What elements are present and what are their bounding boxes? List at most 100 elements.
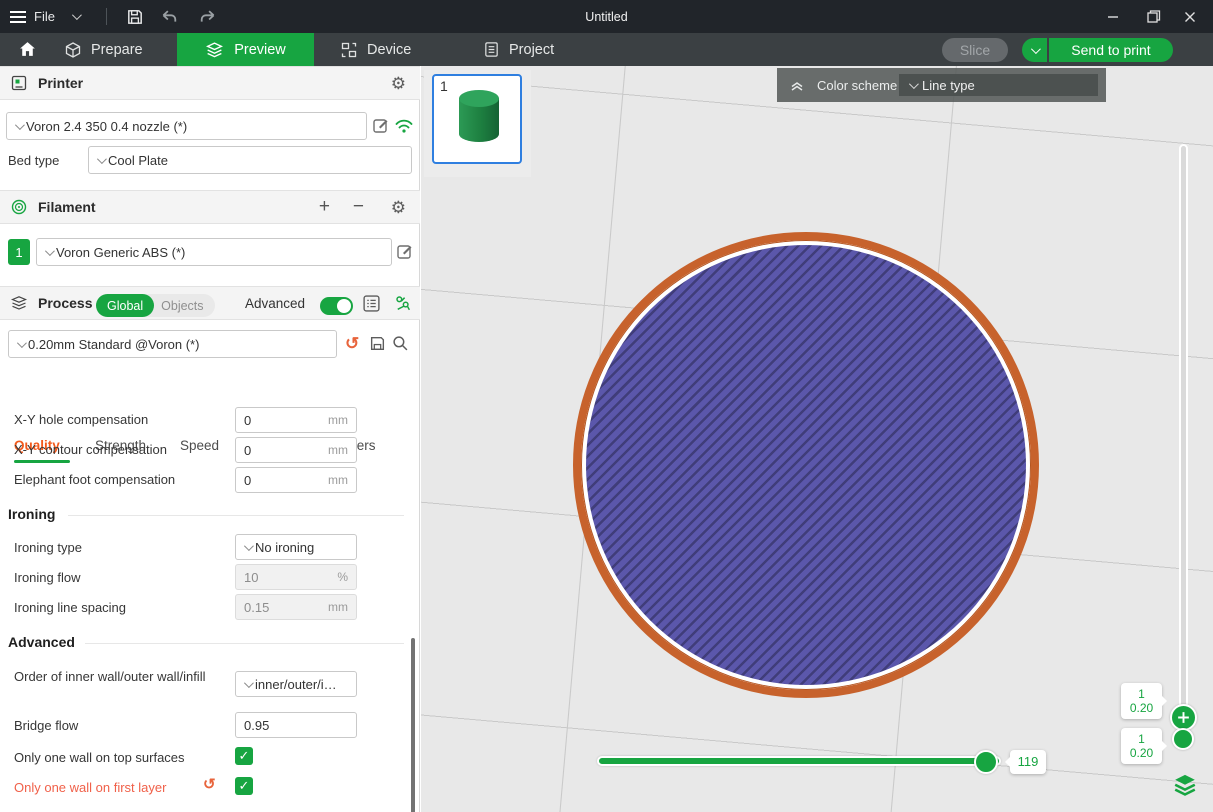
group-divider — [85, 643, 404, 644]
tab-device[interactable]: Device — [340, 33, 411, 66]
save-preset-icon[interactable] — [369, 335, 386, 352]
process-preset-select[interactable]: 0.20mm Standard @Voron (*) — [8, 330, 337, 358]
layer-lower-number: 1 — [1138, 732, 1145, 746]
printer-section-title: Printer — [38, 75, 83, 91]
scope-objects-button[interactable]: Objects — [154, 299, 214, 313]
group-divider — [68, 515, 404, 516]
plate-thumbnail[interactable]: 1 — [432, 74, 522, 164]
layer-slider-lower-handle[interactable] — [1172, 728, 1194, 750]
tab-preview-label: Preview — [234, 42, 286, 58]
move-slider-track[interactable] — [597, 756, 1001, 766]
wall-order-value: inner/outer/i… — [255, 677, 337, 692]
tab-project[interactable]: Project — [483, 33, 554, 66]
layer-lower-height: 0.20 — [1130, 746, 1153, 760]
ironing-type-select[interactable]: No ironing — [235, 534, 357, 560]
line-type-value: Line type — [922, 78, 975, 93]
home-tab[interactable] — [12, 33, 42, 66]
tab-preview[interactable]: Preview — [177, 33, 314, 66]
chevron-down-icon — [909, 79, 919, 89]
top-one-wall-checkbox[interactable]: ✓ — [235, 747, 253, 765]
tab-prepare[interactable]: Prepare — [64, 33, 143, 66]
param-input[interactable]: 0 mm — [235, 467, 357, 493]
top-one-wall-label: Only one wall on top surfaces — [14, 750, 185, 765]
tab-prepare-label: Prepare — [91, 42, 143, 58]
param-label: Elephant foot compensation — [14, 472, 175, 487]
color-scheme-bar: Color scheme Line type — [777, 68, 1106, 102]
slice-button[interactable]: Slice — [942, 38, 1008, 62]
tune-parameters-icon[interactable] — [393, 294, 412, 313]
plate-list: 1 — [424, 70, 531, 177]
bridge-flow-label: Bridge flow — [14, 718, 78, 733]
param-value: 0 — [244, 473, 251, 488]
printer-section-header: Printer ⚙ — [0, 66, 420, 100]
edit-printer-icon[interactable] — [372, 117, 390, 135]
move-slider-value: 119 — [1018, 755, 1039, 769]
minimize-icon — [1106, 10, 1120, 24]
project-icon — [483, 41, 500, 58]
advanced-toggle[interactable] — [320, 297, 353, 315]
process-preset-value: 0.20mm Standard @Voron (*) — [28, 337, 199, 352]
printer-preset-select[interactable]: Voron 2.4 350 0.4 nozzle (*) — [6, 112, 367, 140]
param-unit: mm — [328, 473, 348, 487]
chevron-down-icon — [244, 541, 254, 551]
send-to-print-button[interactable]: Send to print — [1049, 38, 1173, 62]
chevron-down-icon — [1031, 44, 1041, 54]
close-button[interactable] — [1170, 0, 1210, 33]
infill-lines — [586, 245, 1026, 685]
tab-device-label: Device — [367, 42, 411, 58]
param-label: X-Y contour compensation — [14, 442, 167, 457]
reset-preset-icon[interactable]: ↺ — [345, 334, 359, 354]
plus-icon — [1176, 710, 1191, 725]
param-input[interactable]: 0 mm — [235, 407, 357, 433]
maximize-button[interactable] — [1133, 0, 1173, 33]
edit-filament-icon[interactable] — [396, 243, 414, 261]
bed-type-select[interactable]: Cool Plate — [88, 146, 412, 174]
restore-icon — [1146, 9, 1161, 24]
process-section-header: Process Global Objects Advanced — [0, 286, 420, 320]
move-slider-handle[interactable] — [974, 750, 998, 774]
parameter-list-icon[interactable] — [362, 294, 381, 313]
process-section-title: Process — [38, 295, 92, 311]
chevron-down-icon — [45, 246, 55, 256]
collapse-double-chevron-icon[interactable] — [789, 78, 805, 92]
remove-filament-button[interactable]: − — [353, 196, 364, 218]
scope-global-button[interactable]: Global — [96, 294, 154, 317]
app-window: File Untitled Prepare — [0, 0, 1213, 812]
ironing-flow-label: Ironing flow — [14, 570, 80, 585]
process-tab-speed[interactable]: Speed — [180, 438, 219, 453]
preview-layers-icon — [205, 40, 224, 59]
bridge-flow-input[interactable]: 0.95 — [235, 712, 357, 738]
filament-preset-select[interactable]: Voron Generic ABS (*) — [36, 238, 392, 266]
search-preset-icon[interactable] — [392, 335, 409, 352]
home-icon — [18, 40, 37, 59]
window-title: Untitled — [0, 0, 1213, 33]
chevron-down-icon — [244, 678, 254, 688]
param-unit: mm — [328, 413, 348, 427]
layer-upper-height: 0.20 — [1130, 701, 1153, 715]
param-input[interactable]: 0 mm — [235, 437, 357, 463]
first-layer-one-wall-checkbox[interactable]: ✓ — [235, 777, 253, 795]
ironing-flow-value: 10 — [244, 570, 258, 585]
filament-settings-gear-icon[interactable]: ⚙ — [391, 199, 406, 216]
ironing-flow-unit: % — [337, 570, 348, 584]
sidebar-scrollbar[interactable] — [411, 638, 415, 812]
printer-preset-value: Voron 2.4 350 0.4 nozzle (*) — [26, 119, 187, 134]
filament-section-title: Filament — [38, 199, 96, 215]
wifi-connected-icon[interactable] — [394, 118, 414, 134]
printer-settings-gear-icon[interactable]: ⚙ — [391, 75, 406, 92]
layers-view-icon[interactable] — [1171, 770, 1199, 798]
wall-order-select[interactable]: inner/outer/i… — [235, 671, 357, 697]
filament-section-header: Filament + − ⚙ — [0, 190, 420, 224]
layer-slider-add-handle[interactable] — [1170, 704, 1197, 731]
preview-viewport[interactable]: 1 Color scheme Line type 1 0.20 1 0.20 — [421, 66, 1213, 812]
add-filament-button[interactable]: + — [319, 196, 330, 218]
line-type-select[interactable]: Line type — [899, 74, 1098, 96]
filament-slot-badge[interactable]: 1 — [8, 239, 30, 265]
printer-icon — [10, 74, 28, 92]
bed-type-label: Bed type — [8, 153, 59, 168]
reset-first-layer-one-wall-icon[interactable]: ↺ — [203, 775, 216, 793]
layer-slider-track[interactable] — [1179, 144, 1188, 724]
minimize-button[interactable] — [1093, 0, 1133, 33]
send-dropdown-button[interactable] — [1022, 38, 1047, 62]
chevron-down-icon — [97, 154, 107, 164]
